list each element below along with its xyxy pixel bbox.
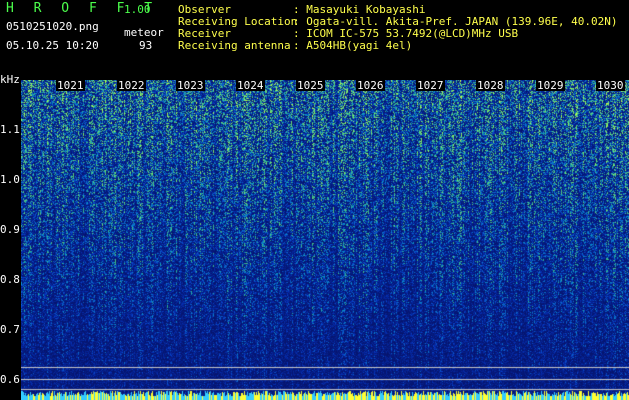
x-tick-label: 1027 <box>416 79 445 92</box>
y-tick-label: 0.7 <box>0 323 20 336</box>
y-tick-label: 0.6 <box>0 373 20 386</box>
mode-label: meteor <box>124 26 164 39</box>
x-tick-label: 1024 <box>236 79 265 92</box>
antenna-value: : A504HB(yagi 4el) <box>293 39 413 52</box>
datetime-label: 05.10.25 10:20 <box>6 39 99 52</box>
x-tick-label: 1025 <box>296 79 325 92</box>
filename-label: 0510251020.png <box>6 20 99 33</box>
y-tick-label: 0.9 <box>0 223 20 236</box>
spectrogram-canvas[interactable] <box>21 80 629 400</box>
x-tick-label: 1030 <box>596 79 625 92</box>
x-tick-label: 1028 <box>476 79 505 92</box>
x-tick-label: 1029 <box>536 79 565 92</box>
y-tick-label: 1.0 <box>0 173 20 186</box>
count-label: 93 <box>139 39 153 52</box>
y-tick-label: 1.1 <box>0 123 20 136</box>
antenna-label: Receiving antenna <box>178 39 291 52</box>
version-label: 1.00 <box>124 3 151 16</box>
x-tick-label: 1023 <box>176 79 205 92</box>
y-unit-label: kHz <box>0 73 20 86</box>
x-tick-label: 1026 <box>356 79 385 92</box>
y-tick-label: 0.8 <box>0 273 20 286</box>
x-tick-label: 1022 <box>117 79 146 92</box>
x-tick-label: 1021 <box>56 79 85 92</box>
